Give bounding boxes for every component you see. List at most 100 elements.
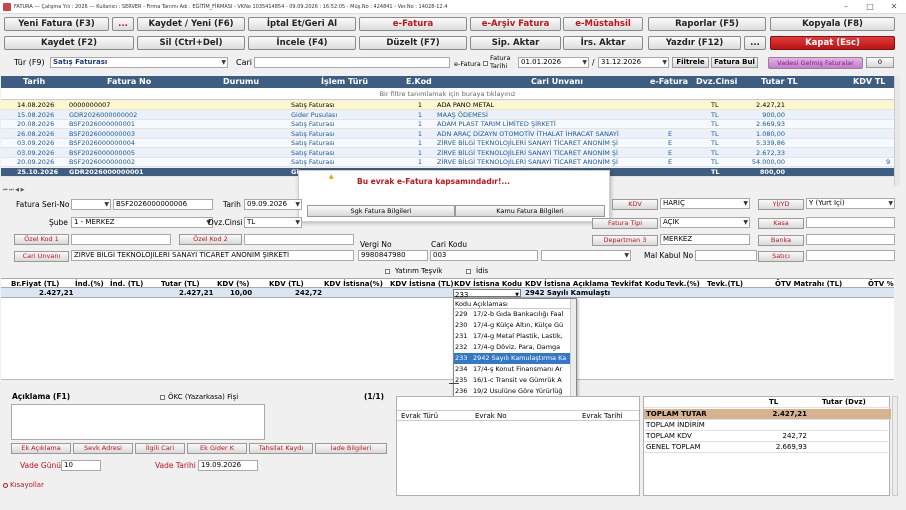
line-kdv-tl[interactable]: 242,72 (295, 288, 322, 298)
dropdown-option[interactable]: 232 17/4-g Döviz, Para, Damga (454, 342, 576, 353)
department-input[interactable]: MERKEZ (660, 234, 750, 245)
special-code-2-button[interactable]: Özel Kod 2 (179, 234, 242, 245)
col-durumu[interactable]: Durumu (223, 76, 259, 88)
reports-button[interactable]: Raporlar (F5) (648, 17, 766, 31)
cari-name-input[interactable]: ZİRVE BİLGİ TEKNOLOJİLERİ SANAYİ TİCARET… (71, 250, 354, 261)
filter-button[interactable]: Filtrele (672, 57, 709, 68)
close-button[interactable]: Kapat (Esc) (770, 36, 895, 50)
invoice-number-input[interactable]: BSF2026000000006 (113, 199, 213, 210)
new-invoice-more-button[interactable]: ... (112, 17, 134, 31)
table-row[interactable]: 15.08.2026 GDR2026000000002 Gider Pusulası… (1, 110, 894, 120)
date-to-input[interactable]: 31.12.2026 ▼ (598, 57, 669, 68)
col-islem-turu[interactable]: İşlem Türü (321, 76, 368, 88)
cash-button[interactable]: Kasa (758, 218, 804, 229)
order-transfer-button[interactable]: Sip. Aktar (470, 36, 561, 50)
col-tutar-tl[interactable]: Tutar TL (761, 76, 798, 88)
table-row[interactable]: 03.09.2026 BSF2026000000005 Satış Faturası… (1, 148, 894, 158)
okc-checkbox[interactable] (160, 395, 165, 400)
line-istisna-aciklama[interactable]: 2942 Sayılı Kamulaştı (525, 288, 610, 298)
cari-filter-input[interactable] (254, 57, 450, 68)
investment-incentive-checkbox[interactable] (385, 269, 390, 274)
bank-button[interactable]: Banka (758, 235, 804, 246)
public-invoice-info-button[interactable]: Kamu Fatura Bilgileri (455, 205, 605, 217)
lines-grid-body[interactable] (1, 298, 894, 380)
extra-filter-button[interactable]: 0 (866, 57, 894, 68)
table-row[interactable]: 14.08.2026 0000000007 Satış Faturası 1 ADA P… (1, 101, 894, 110)
col-cari-unvani[interactable]: Cari Unvanı (531, 76, 583, 88)
col-fatura-no[interactable]: Fatura No (107, 76, 151, 88)
col-efatura[interactable]: e-Fatura (650, 76, 688, 88)
dropdown-option[interactable]: 235 16/1-c Transit ve Gümrük A (454, 375, 576, 386)
tax-number-input[interactable]: 9980847980 (358, 250, 428, 261)
related-cari-button[interactable]: İlgili Cari (135, 443, 185, 454)
grid-nav-icons[interactable]: ⏮ ⏭ ◀ ▶ (3, 187, 33, 193)
cancel-undo-button[interactable]: İptal Et/Geri Al (248, 17, 356, 31)
special-code-1-button[interactable]: Özel Kod 1 (14, 234, 69, 245)
cash-input[interactable] (806, 217, 895, 228)
col-kdv-tl[interactable]: KDV TL (853, 76, 885, 88)
e-mustahsil-button[interactable]: e-Müstahsil (563, 17, 643, 31)
col-evrak-turu[interactable]: Evrak Türü (401, 411, 438, 421)
goods-acceptance-input[interactable] (695, 250, 757, 261)
e-archive-button[interactable]: e-Arşiv Fatura (470, 17, 561, 31)
line-br-fiyat[interactable]: 2.427,21 (39, 288, 74, 298)
table-row[interactable]: 26.08.2026 BSF2026000000003 Satış Faturası… (1, 129, 894, 139)
table-row[interactable]: 20.08.2026 BSF2026000000001 Satış Faturası… (1, 120, 894, 129)
type-select[interactable]: Satış Faturası ▼ (50, 57, 228, 68)
documents-panel[interactable]: Evrak Türü Evrak No Evrak Tarihi (396, 396, 640, 496)
cari-extra-select[interactable]: ▼ (541, 250, 631, 261)
cari-name-button[interactable]: Cari Unvanı (14, 251, 69, 262)
copy-button[interactable]: Kopyala (F8) (770, 17, 895, 31)
seller-button[interactable]: Satıcı (758, 251, 804, 262)
edit-button[interactable]: Düzelt (F7) (359, 36, 467, 50)
kdv-button[interactable]: KDV (612, 199, 658, 210)
dropdown-option[interactable]: 231 17/4-g Metal Plastik, Lastik, (454, 331, 576, 342)
bank-input[interactable] (806, 234, 895, 245)
department-button[interactable]: Departman 3 (592, 235, 658, 246)
date-from-input[interactable]: 01.01.2026 ▼ (518, 57, 589, 68)
lines-row[interactable]: 2.427,21 2.427,21 10,00 242,72 233 ▼ 2942… (1, 288, 894, 299)
shipping-address-button[interactable]: Sevk Adresi (73, 443, 133, 454)
dropdown-option[interactable]: 230 17/4-g Külçe Altın, Külçe Gü (454, 320, 576, 331)
sgk-invoice-info-button[interactable]: Sgk Fatura Bilgileri (307, 205, 455, 217)
yi-yd-button[interactable]: Yİ/YD (758, 199, 804, 210)
new-invoice-button[interactable]: Yeni Fatura (F3) (4, 17, 109, 31)
cari-code-input[interactable]: 003 (430, 250, 538, 261)
dropdown-option[interactable]: 233 2942 Sayılı Kamulaştırma Ka (454, 353, 576, 364)
branch-select[interactable]: 1 - MERKEZ ▼ (71, 217, 213, 228)
special-code-2-input[interactable] (244, 234, 354, 245)
close-window-button[interactable]: ✕ (882, 0, 906, 13)
return-info-button[interactable]: İade Bilgileri (315, 443, 387, 454)
line-tutar[interactable]: 2.427,21 (179, 288, 214, 298)
print-more-button[interactable]: ... (744, 36, 766, 50)
extra-expense-button[interactable]: Ek Gider K (187, 443, 247, 454)
print-button[interactable]: Yazdır (F12) (648, 36, 741, 50)
istisna-code-dropdown[interactable]: Kodu Açıklaması 229 17/2-b Gıda Bankacılığ… (453, 298, 577, 408)
currency-select[interactable]: TL ▼ (244, 217, 302, 228)
col-dvz-cinsi[interactable]: Dvz.Cinsi (696, 76, 737, 88)
line-istisna-kodu-select[interactable]: 233 ▼ (453, 289, 521, 299)
invoice-type-select[interactable]: AÇIK ▼ (660, 217, 750, 228)
col-evrak-tarihi[interactable]: Evrak Tarihi (582, 411, 623, 421)
save-new-button[interactable]: Kaydet / Yeni (F6) (137, 17, 245, 31)
special-code-1-input[interactable] (71, 234, 171, 245)
collection-record-button[interactable]: Tahsilat Kaydı (249, 443, 313, 454)
dropdown-option[interactable]: 234 17/4-ş Konut Finansmanı Ar (454, 364, 576, 375)
invoice-type-button[interactable]: Fatura Tipi (592, 218, 658, 229)
shortcuts-label[interactable]: Kısayollar (10, 480, 44, 490)
efatura-filter-checkbox[interactable] (483, 61, 488, 66)
table-row[interactable]: 20.09.2026 BSF2026000000002 Satış Faturası… (1, 158, 894, 167)
splitter-handle[interactable] (449, 383, 459, 384)
col-ekod[interactable]: E.Kod (406, 76, 432, 88)
extra-description-button[interactable]: Ek Açıklama (11, 443, 71, 454)
invoice-date-input[interactable]: 09.09.2026 ▼ (244, 199, 302, 210)
waybill-transfer-button[interactable]: İrs. Aktar (563, 36, 643, 50)
find-invoice-button[interactable]: Fatura Bul (711, 57, 758, 68)
minimize-button[interactable]: – (834, 0, 858, 13)
grid-scrollbar[interactable] (894, 76, 900, 186)
totals-scrollbar[interactable] (892, 396, 898, 496)
line-kdv-pct[interactable]: 10,00 (230, 288, 252, 298)
due-date-input[interactable]: 19.09.2026 (198, 460, 258, 471)
delete-button[interactable]: Sil (Ctrl+Del) (137, 36, 245, 50)
description-textarea[interactable] (11, 404, 265, 440)
